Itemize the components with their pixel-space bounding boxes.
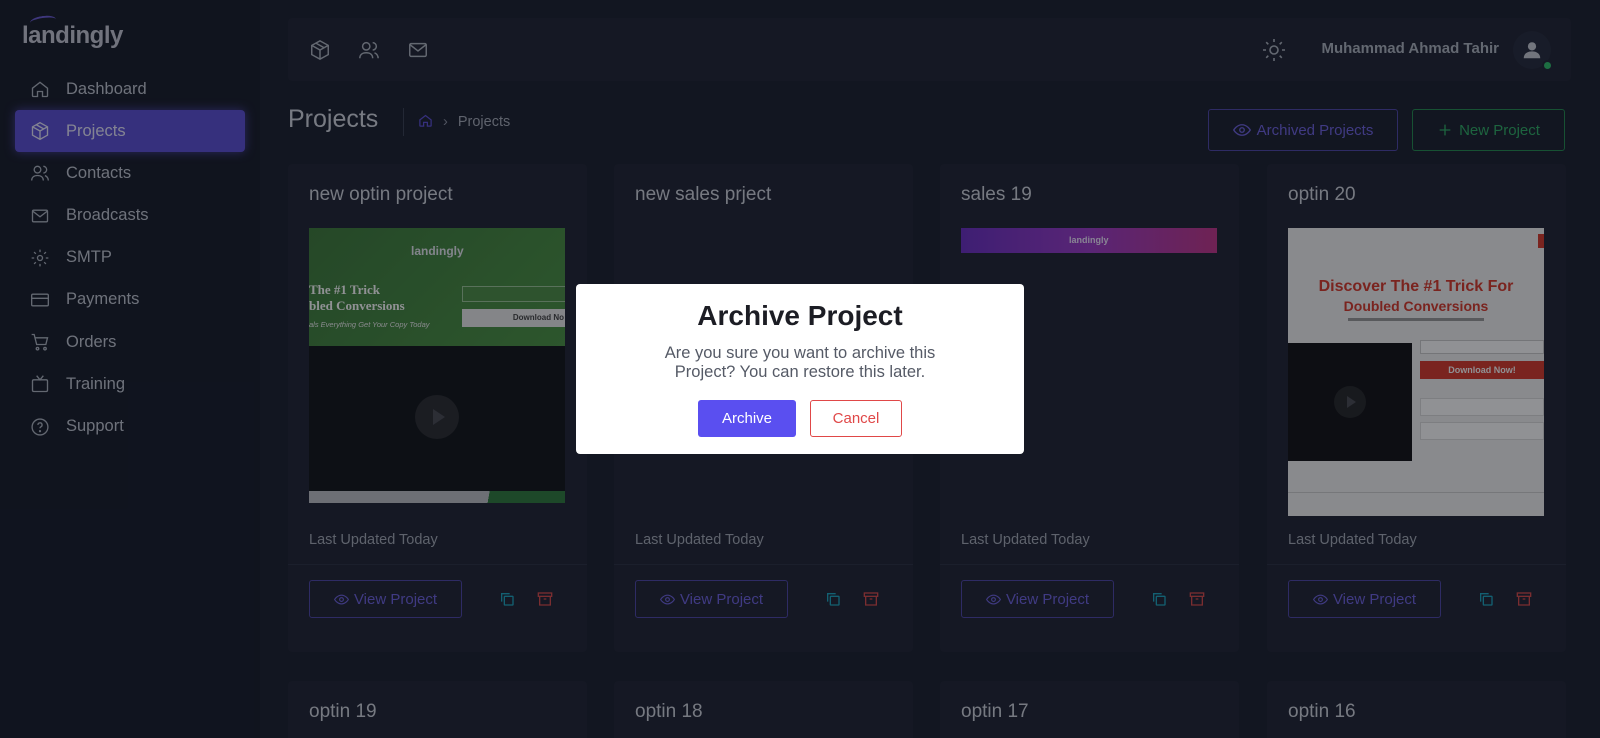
confirm-archive-button[interactable]: Archive (698, 400, 796, 437)
archive-project-dialog: Archive Project Are you sure you want to… (576, 284, 1024, 454)
dialog-title: Archive Project (697, 300, 903, 331)
dialog-actions: Archive Cancel (576, 400, 1024, 437)
cancel-button[interactable]: Cancel (810, 400, 902, 437)
dialog-message: Are you sure you want to archive this Pr… (664, 344, 936, 381)
